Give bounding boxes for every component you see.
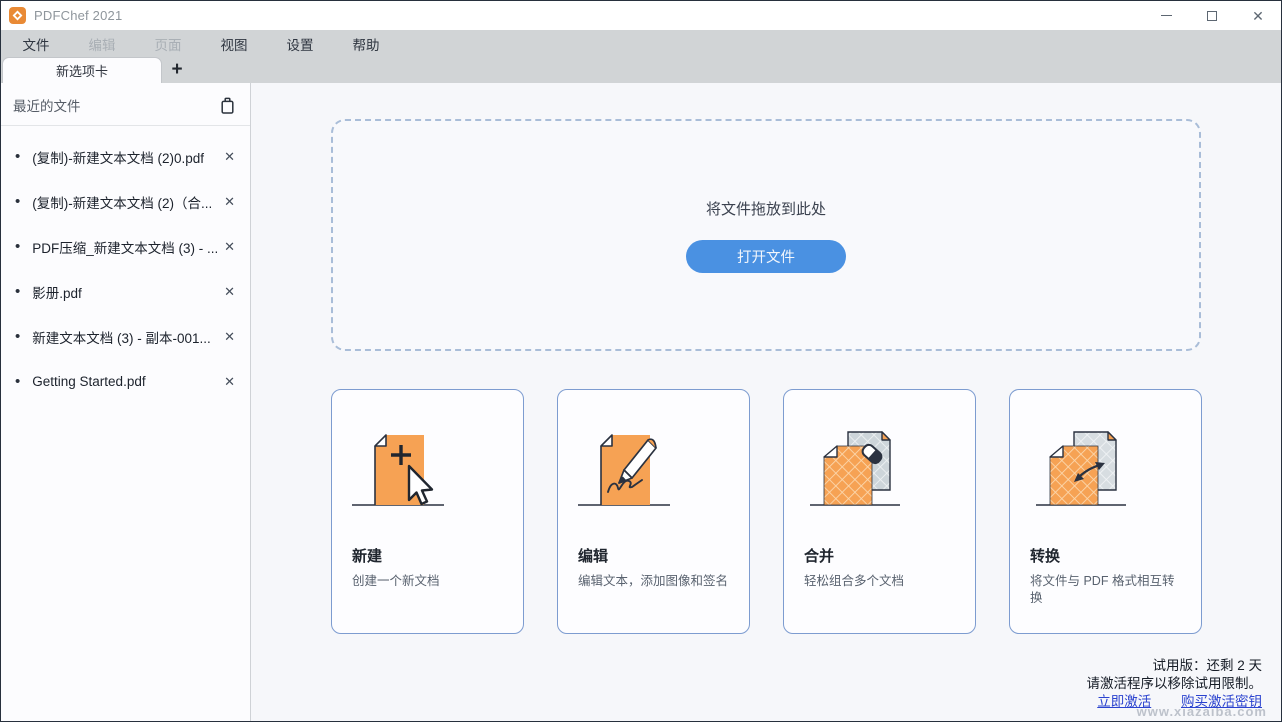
file-item[interactable]: • 新建文本文档 (3) - 副本-001... ✕ bbox=[1, 314, 250, 359]
file-name[interactable]: Getting Started.pdf bbox=[32, 374, 221, 389]
menu-bar: 文件 编辑 页面 视图 设置 帮助 bbox=[1, 30, 1281, 57]
card-title: 合并 bbox=[804, 548, 835, 565]
card-description: 将文件与 PDF 格式相互转换 bbox=[1030, 574, 1175, 605]
menu-file[interactable]: 文件 bbox=[3, 34, 69, 54]
file-item[interactable]: • (复制)-新建文本文档 (2)0.pdf ✕ bbox=[1, 134, 250, 179]
recent-files-list: • (复制)-新建文本文档 (2)0.pdf ✕ • (复制)-新建文本文档 (… bbox=[1, 126, 250, 404]
card-merge-documents[interactable]: 合并 轻松组合多个文档 bbox=[783, 389, 976, 634]
file-name[interactable]: (复制)-新建文本文档 (2)0.pdf bbox=[32, 147, 221, 167]
menu-view[interactable]: 视图 bbox=[201, 34, 267, 54]
file-name[interactable]: 影册.pdf bbox=[32, 282, 221, 302]
buy-key-link[interactable]: 购买激活密钥 bbox=[1181, 694, 1262, 709]
drop-hint-text: 将文件拖放到此处 bbox=[705, 200, 826, 218]
file-item[interactable]: • 影册.pdf ✕ bbox=[1, 269, 250, 314]
file-name[interactable]: (复制)-新建文本文档 (2)（合... bbox=[32, 192, 221, 212]
remove-file-icon[interactable]: ✕ bbox=[221, 237, 238, 257]
window-controls: ✕ bbox=[1143, 1, 1281, 30]
menu-settings[interactable]: 设置 bbox=[267, 34, 333, 54]
maximize-button[interactable] bbox=[1189, 1, 1235, 30]
file-item[interactable]: • (复制)-新建文本文档 (2)（合... ✕ bbox=[1, 179, 250, 224]
clear-recent-trash-icon[interactable] bbox=[218, 95, 236, 115]
tab-new-tab[interactable]: 新选项卡 bbox=[2, 57, 162, 83]
bullet-icon: • bbox=[15, 328, 21, 345]
file-name[interactable]: PDF压缩_新建文本文档 (3) - ... bbox=[32, 237, 221, 257]
edit-document-icon bbox=[578, 434, 670, 506]
menu-page: 页面 bbox=[154, 37, 182, 53]
bullet-icon: • bbox=[15, 238, 21, 255]
menu-help[interactable]: 帮助 bbox=[333, 34, 399, 54]
merge-documents-icon bbox=[810, 431, 900, 506]
remove-file-icon[interactable]: ✕ bbox=[221, 192, 238, 212]
tab-bar: 新选项卡 + bbox=[1, 57, 1281, 83]
add-tab-button[interactable]: + bbox=[162, 57, 192, 83]
bullet-icon: • bbox=[15, 283, 21, 300]
recent-files-label: 最近的文件 bbox=[13, 99, 81, 114]
card-new-document[interactable]: 新建 创建一个新文档 bbox=[331, 389, 524, 634]
action-cards-row: 新建 创建一个新文档 编辑 编辑文本，添加图像和签名 合并 轻松组合多个文档 转… bbox=[331, 389, 1202, 634]
card-convert-documents[interactable]: 转换 将文件与 PDF 格式相互转换 bbox=[1009, 389, 1202, 634]
recent-files-sidebar: 最近的文件 • (复制)-新建文本文档 (2)0.pdf ✕ • (复制)-新建… bbox=[1, 83, 251, 721]
card-title: 编辑 bbox=[578, 548, 609, 565]
app-window: PDFChef 2021 ✕ 文件 编辑 页面 视图 设置 帮助 新选项卡 + … bbox=[0, 0, 1282, 722]
sidebar-header: 最近的文件 bbox=[1, 89, 250, 126]
trial-links: 立即激活 购买激活密钥 bbox=[1071, 693, 1262, 711]
card-title: 新建 bbox=[352, 548, 383, 565]
file-item[interactable]: • Getting Started.pdf ✕ bbox=[1, 359, 250, 404]
card-description: 编辑文本，添加图像和签名 bbox=[578, 574, 729, 588]
bullet-icon: • bbox=[15, 148, 21, 165]
title-bar: PDFChef 2021 ✕ bbox=[1, 1, 1281, 30]
new-document-icon bbox=[352, 434, 444, 506]
window-title: PDFChef 2021 bbox=[34, 8, 123, 23]
open-file-button[interactable]: 打开文件 bbox=[686, 239, 846, 273]
bullet-icon: • bbox=[15, 373, 21, 390]
card-title: 转换 bbox=[1030, 548, 1061, 565]
remove-file-icon[interactable]: ✕ bbox=[221, 147, 238, 167]
trial-notice: 试用版：还剩 2 天 请激活程序以移除试用限制。 立即激活 购买激活密钥 bbox=[1071, 657, 1263, 711]
trial-days-remaining: 试用版：还剩 2 天 bbox=[1152, 658, 1262, 673]
file-drop-zone[interactable]: 将文件拖放到此处 打开文件 bbox=[331, 119, 1201, 351]
remove-file-icon[interactable]: ✕ bbox=[221, 372, 238, 392]
file-name[interactable]: 新建文本文档 (3) - 副本-001... bbox=[32, 327, 221, 347]
app-logo-icon bbox=[9, 7, 26, 24]
remove-file-icon[interactable]: ✕ bbox=[221, 282, 238, 302]
minimize-button[interactable] bbox=[1143, 1, 1189, 30]
main-area: 将文件拖放到此处 打开文件 新建 创建一个新文档 编辑 编辑文本，添加图像和签名… bbox=[251, 83, 1281, 721]
activate-now-link[interactable]: 立即激活 bbox=[1097, 694, 1151, 709]
card-description: 轻松组合多个文档 bbox=[804, 574, 905, 588]
close-button[interactable]: ✕ bbox=[1235, 1, 1281, 30]
card-edit-document[interactable]: 编辑 编辑文本，添加图像和签名 bbox=[557, 389, 750, 634]
bullet-icon: • bbox=[15, 193, 21, 210]
menu-edit: 编辑 bbox=[88, 37, 116, 53]
convert-documents-icon bbox=[1036, 431, 1126, 506]
card-description: 创建一个新文档 bbox=[352, 574, 440, 588]
trial-activate-hint: 请激活程序以移除试用限制。 bbox=[1086, 676, 1263, 691]
remove-file-icon[interactable]: ✕ bbox=[221, 327, 238, 347]
file-item[interactable]: • PDF压缩_新建文本文档 (3) - ... ✕ bbox=[1, 224, 250, 269]
